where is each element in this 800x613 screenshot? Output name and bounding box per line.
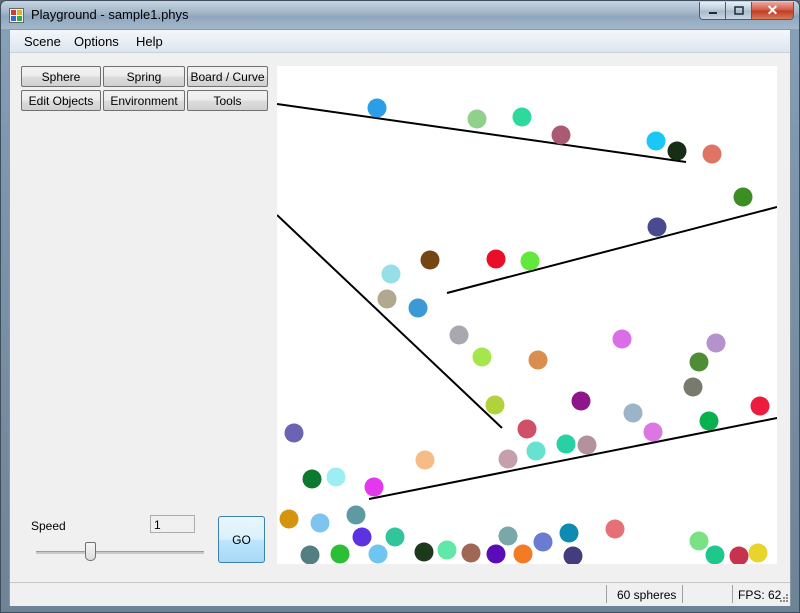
sphere[interactable]	[414, 542, 434, 562]
sphere[interactable]	[612, 329, 632, 349]
close-icon: ✕	[766, 2, 779, 18]
fps-readout: FPS: 62	[738, 588, 782, 602]
status-separator	[732, 585, 733, 603]
sphere[interactable]	[326, 467, 346, 487]
board-curve-button[interactable]: Board / Curve	[187, 66, 268, 87]
sphere[interactable]	[367, 98, 387, 118]
sphere[interactable]	[467, 109, 487, 129]
sphere-button[interactable]: Sphere	[21, 66, 101, 87]
sphere[interactable]	[385, 527, 405, 547]
sphere[interactable]	[330, 544, 350, 564]
sphere-count: 60 spheres	[617, 588, 677, 602]
sphere[interactable]	[408, 298, 428, 318]
app-icon	[9, 8, 24, 23]
sphere[interactable]	[513, 544, 533, 564]
minimize-button[interactable]	[699, 2, 726, 20]
speed-slider-track[interactable]	[36, 551, 204, 554]
sphere[interactable]	[750, 396, 770, 416]
menu-help[interactable]: Help	[136, 34, 163, 49]
sphere[interactable]	[643, 422, 663, 442]
app-window: Playground - sample1.phys ✕ Scene Option…	[0, 0, 800, 613]
sphere[interactable]	[352, 527, 372, 547]
sphere[interactable]	[556, 434, 576, 454]
status-bar: 60 spheres FPS: 62	[10, 582, 790, 606]
menu-scene[interactable]: Scene	[24, 34, 61, 49]
sphere[interactable]	[517, 419, 537, 439]
menu-bar: Scene Options Help	[10, 30, 790, 53]
sphere[interactable]	[699, 411, 719, 431]
status-separator	[606, 585, 607, 603]
sphere[interactable]	[381, 264, 401, 284]
sphere[interactable]	[729, 546, 749, 566]
sphere[interactable]	[705, 545, 725, 565]
sphere[interactable]	[528, 350, 548, 370]
sphere[interactable]	[284, 423, 304, 443]
maximize-icon	[733, 6, 744, 15]
sphere[interactable]	[310, 513, 330, 533]
sphere[interactable]	[302, 469, 322, 489]
sphere[interactable]	[646, 131, 666, 151]
client-area: Scene Options Help Sphere Spring Board /…	[9, 29, 791, 606]
close-button[interactable]: ✕	[751, 2, 794, 20]
sphere[interactable]	[683, 377, 703, 397]
spring-button[interactable]: Spring	[103, 66, 185, 87]
sphere[interactable]	[377, 289, 397, 309]
scene-drawing	[276, 98, 778, 566]
sphere[interactable]	[605, 519, 625, 539]
sphere[interactable]	[449, 325, 469, 345]
maximize-button[interactable]	[725, 2, 752, 20]
sphere[interactable]	[551, 125, 571, 145]
sphere[interactable]	[437, 540, 457, 560]
sphere[interactable]	[571, 391, 591, 411]
sphere[interactable]	[559, 523, 579, 543]
sphere[interactable]	[647, 217, 667, 237]
sphere[interactable]	[520, 251, 540, 271]
title-bar[interactable]: Playground - sample1.phys ✕	[1, 1, 799, 29]
sphere[interactable]	[368, 544, 388, 564]
sphere[interactable]	[577, 435, 597, 455]
go-button[interactable]: GO	[218, 516, 265, 563]
sphere[interactable]	[486, 249, 506, 269]
sphere[interactable]	[526, 441, 546, 461]
sphere[interactable]	[498, 449, 518, 469]
sphere[interactable]	[706, 333, 726, 353]
speed-slider-thumb[interactable]	[85, 542, 96, 561]
sphere[interactable]	[563, 546, 583, 566]
sphere[interactable]	[702, 144, 722, 164]
sphere[interactable]	[461, 543, 481, 563]
window-title: Playground - sample1.phys	[31, 7, 189, 22]
speed-value-field[interactable]: 1	[150, 515, 195, 533]
sphere[interactable]	[415, 450, 435, 470]
environment-button[interactable]: Environment	[103, 90, 185, 111]
sphere[interactable]	[420, 250, 440, 270]
minimize-icon	[708, 11, 717, 14]
sphere[interactable]	[512, 107, 532, 127]
sphere[interactable]	[364, 477, 384, 497]
sphere[interactable]	[279, 509, 299, 529]
menu-options[interactable]: Options	[74, 34, 119, 49]
sphere[interactable]	[733, 187, 753, 207]
sphere[interactable]	[346, 505, 366, 525]
sphere[interactable]	[498, 526, 518, 546]
speed-label: Speed	[31, 519, 66, 533]
sphere[interactable]	[533, 532, 553, 552]
sphere[interactable]	[667, 141, 687, 161]
sphere[interactable]	[485, 395, 505, 415]
simulation-canvas[interactable]	[276, 66, 778, 566]
sphere[interactable]	[689, 531, 709, 551]
status-separator	[682, 585, 683, 603]
sphere[interactable]	[748, 543, 768, 563]
sphere[interactable]	[689, 352, 709, 372]
board-line[interactable]	[276, 214, 503, 429]
sphere[interactable]	[623, 403, 643, 423]
resize-grip-icon[interactable]	[778, 594, 788, 604]
sphere[interactable]	[486, 544, 506, 564]
sphere[interactable]	[472, 347, 492, 367]
sphere[interactable]	[300, 545, 320, 565]
tools-button[interactable]: Tools	[187, 90, 268, 111]
edit-objects-button[interactable]: Edit Objects	[21, 90, 101, 111]
